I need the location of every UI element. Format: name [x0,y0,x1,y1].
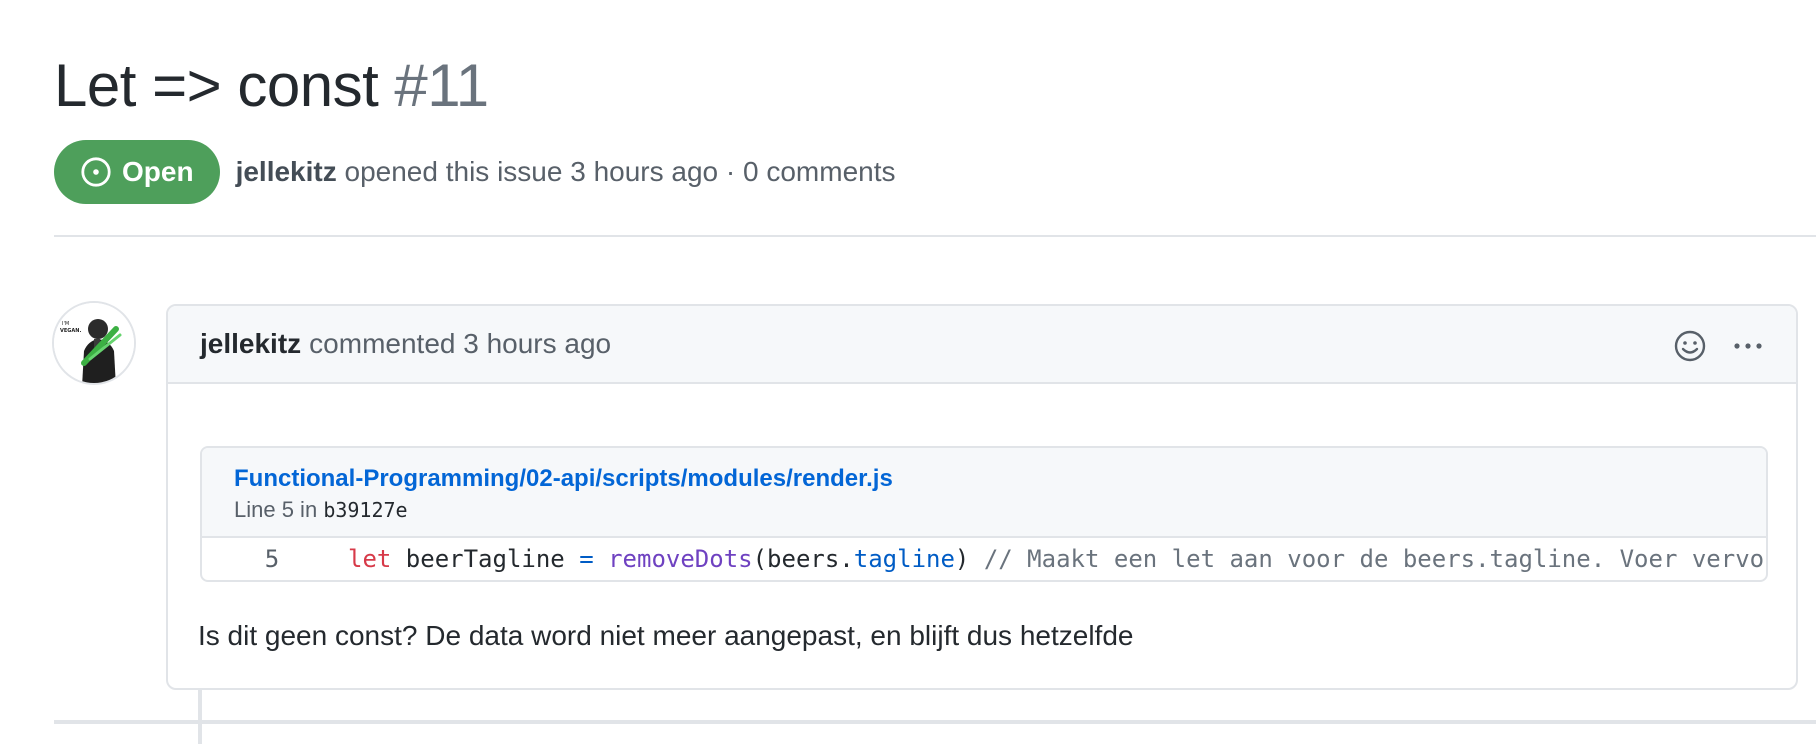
smiley-icon[interactable] [1672,328,1708,364]
commit-sha-link[interactable]: b39127e [323,498,407,522]
code-keyword: let [348,545,392,573]
comment-meta[interactable]: commented 3 hours ago [309,328,611,360]
code-content: let beerTagline = removeDots(beers.tagli… [322,545,1764,573]
line-number[interactable]: 5 [202,545,322,573]
comment-box: jellekitz commented 3 hours ago Function… [166,304,1798,690]
svg-text:I'M: I'M [62,321,69,327]
kebab-horizontal-icon[interactable] [1730,328,1766,364]
issue-opened-text: opened this issue 3 hours ago · 0 commen… [344,156,896,187]
comment-body: Is dit geen const? De data word niet mee… [198,620,1134,651]
comment-actions [1672,328,1766,364]
permalink-header: Functional-Programming/02-api/scripts/mo… [202,448,1766,538]
header-divider [54,235,1816,237]
code-comment: // Maakt een let aan voor de beers.tagli… [983,545,1765,573]
issue-opened-icon [81,157,111,187]
code-permalink: Functional-Programming/02-api/scripts/mo… [200,446,1768,582]
comment-author-link[interactable]: jellekitz [200,328,301,360]
issue-meta-text: jellekitz opened this issue 3 hours ago … [236,156,896,188]
timeline-bottom-rule [54,720,1816,724]
code-line: 5 let beerTagline = removeDots(beers.tag… [202,538,1766,580]
issue-author-link[interactable]: jellekitz [236,156,337,187]
avatar[interactable]: I'M VEGAN. [52,301,136,385]
state-badge: Open [54,140,220,204]
line-reference: Line 5 in b39127e [234,494,1734,526]
code-paren-close: ) [954,545,984,573]
issue-title-text: Let => const [54,52,379,119]
issue-number: #11 [394,52,489,119]
issue-header: Let => const #11 [54,46,1816,126]
code-property: tagline [853,545,955,573]
svg-text:VEGAN.: VEGAN. [60,328,81,334]
file-path-link[interactable]: Functional-Programming/02-api/scripts/mo… [234,464,1734,494]
avatar-image: I'M VEGAN. [54,303,134,383]
state-label: Open [122,156,194,187]
code-paren-open: (beers. [752,545,854,573]
line-prefix: Line 5 in [234,497,318,522]
code-variable: beerTagline [391,545,580,573]
code-operator: = [579,545,594,573]
issue-title: Let => const #11 [54,46,1816,126]
comment-header: jellekitz commented 3 hours ago [168,306,1796,384]
timeline-line [198,688,202,744]
issue-meta: Open jellekitz opened this issue 3 hours… [54,140,896,204]
code-function: removeDots [608,545,753,573]
